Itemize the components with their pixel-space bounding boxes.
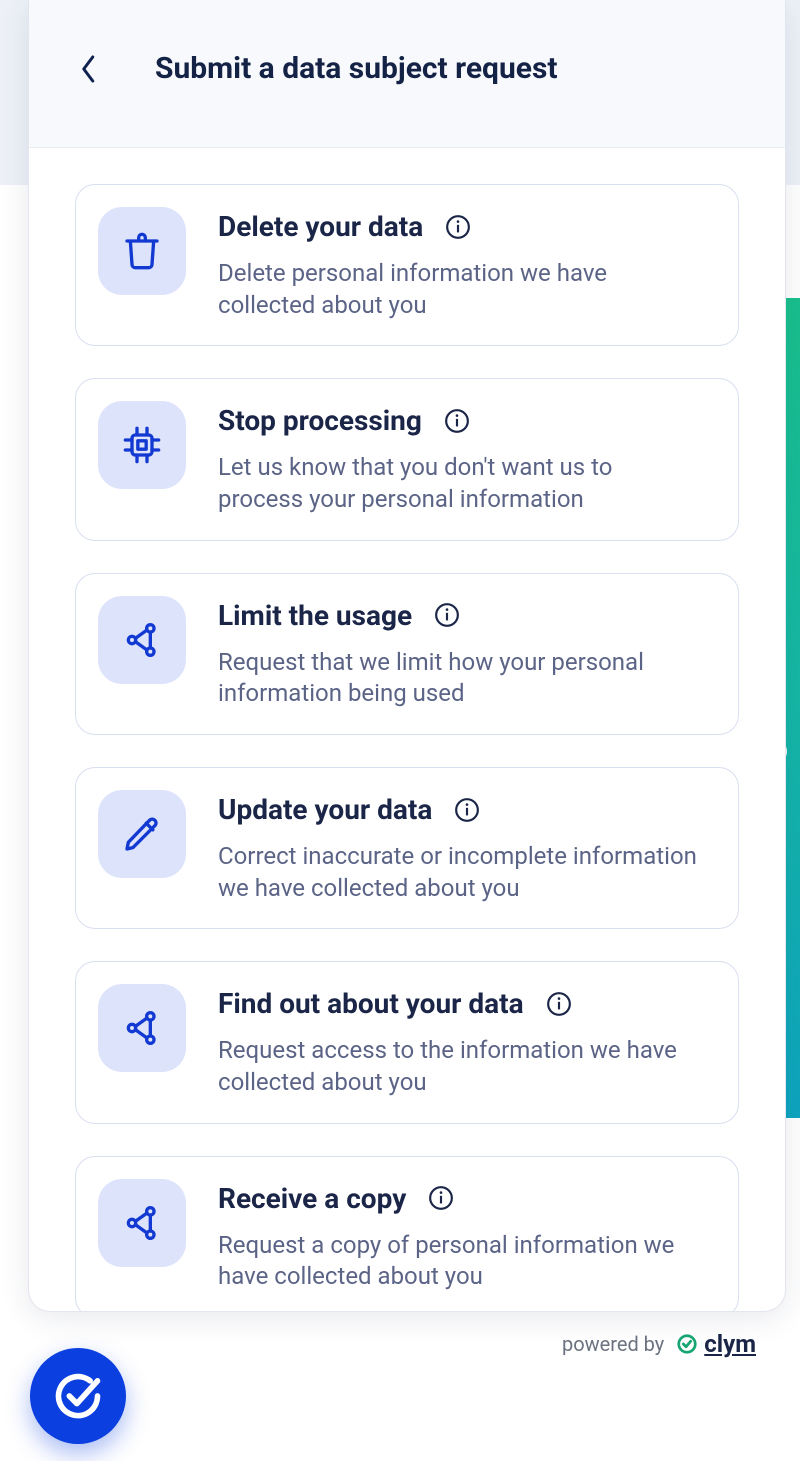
info-icon: [454, 797, 480, 823]
option-description: Request access to the information we hav…: [218, 1035, 698, 1098]
brand-check-icon: [676, 1333, 698, 1355]
powered-by-label: powered by: [562, 1332, 664, 1356]
option-title: Delete your data: [218, 209, 423, 244]
share-icon: [98, 1179, 186, 1267]
option-description: Correct inaccurate or incomplete informa…: [218, 841, 698, 904]
option-description: Let us know that you don't want us to pr…: [218, 452, 698, 515]
chevron-left-icon: [80, 54, 98, 84]
option-stop-processing[interactable]: Stop processing Let us know that you don…: [75, 378, 739, 540]
info-button[interactable]: [443, 212, 473, 242]
option-delete-your-data[interactable]: Delete your data Delete personal informa…: [75, 184, 739, 346]
data-request-panel: Submit a data subject request Delete you…: [28, 0, 786, 1312]
info-icon: [428, 1185, 454, 1211]
panel-title: Submit a data subject request: [155, 51, 558, 86]
trash-icon: [98, 207, 186, 295]
option-body: Receive a copy Request a copy of persona…: [218, 1179, 710, 1293]
info-icon: [444, 408, 470, 434]
option-find-out-about-your-data[interactable]: Find out about your data Request access …: [75, 961, 739, 1123]
share-icon: [98, 596, 186, 684]
panel-header: Submit a data subject request: [29, 0, 785, 148]
powered-by-footer: powered by clym: [562, 1330, 756, 1358]
option-description: Request a copy of personal information w…: [218, 1230, 698, 1293]
option-body: Find out about your data Request access …: [218, 984, 710, 1098]
info-button[interactable]: [426, 1183, 456, 1213]
option-body: Delete your data Delete personal informa…: [218, 207, 710, 321]
option-limit-the-usage[interactable]: Limit the usage Request that we limit ho…: [75, 573, 739, 735]
brand-name: clym: [704, 1330, 756, 1358]
option-description: Delete personal information we have coll…: [218, 258, 698, 321]
option-title: Find out about your data: [218, 986, 524, 1021]
check-circle-icon: [52, 1370, 104, 1422]
option-title: Limit the usage: [218, 598, 412, 633]
option-title: Receive a copy: [218, 1181, 406, 1216]
request-option-list: Delete your data Delete personal informa…: [29, 148, 785, 1312]
chip-icon: [98, 401, 186, 489]
share-icon: [98, 984, 186, 1072]
info-button[interactable]: [452, 795, 482, 825]
info-icon: [546, 991, 572, 1017]
option-receive-a-copy[interactable]: Receive a copy Request a copy of persona…: [75, 1156, 739, 1312]
option-update-your-data[interactable]: Update your data Correct inaccurate or i…: [75, 767, 739, 929]
info-button[interactable]: [432, 600, 462, 630]
option-body: Update your data Correct inaccurate or i…: [218, 790, 710, 904]
option-description: Request that we limit how your personal …: [218, 647, 698, 710]
option-title: Update your data: [218, 792, 432, 827]
info-icon: [445, 214, 471, 240]
back-button[interactable]: [67, 47, 111, 91]
privacy-widget-fab[interactable]: [30, 1348, 126, 1444]
option-body: Stop processing Let us know that you don…: [218, 401, 710, 515]
pencil-icon: [98, 790, 186, 878]
option-body: Limit the usage Request that we limit ho…: [218, 596, 710, 710]
brand-link[interactable]: clym: [676, 1330, 756, 1358]
info-button[interactable]: [442, 406, 472, 436]
option-title: Stop processing: [218, 403, 422, 438]
info-icon: [434, 602, 460, 628]
info-button[interactable]: [544, 989, 574, 1019]
